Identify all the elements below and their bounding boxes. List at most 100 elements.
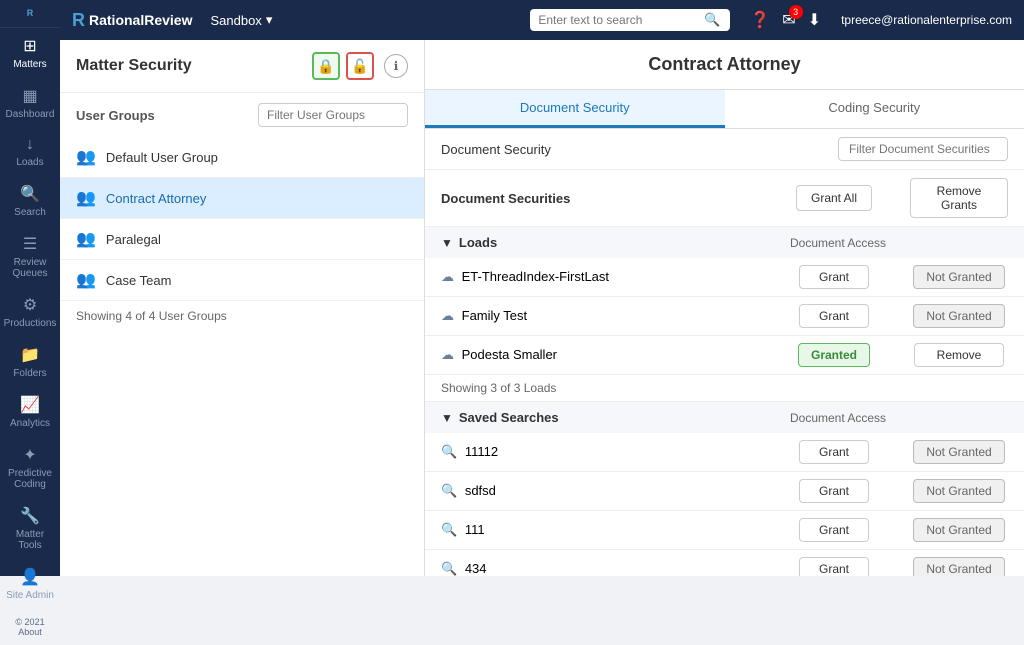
doc-security-bar: Document Security [425, 129, 1024, 170]
productions-icon: ⚙ [23, 295, 37, 315]
nav-item-dashboard[interactable]: ▦ Dashboard [0, 78, 60, 128]
search-submit-icon: 🔍 [704, 12, 720, 28]
site-admin-icon: 👤 [20, 567, 40, 587]
row-name-podesta: ☁ Podesta Smaller [425, 336, 774, 375]
notification-icon[interactable]: ✉ 3 [782, 10, 795, 30]
main-title: Contract Attorney [425, 40, 1024, 90]
remove-button-podesta[interactable]: Remove [914, 343, 1004, 367]
nav-item-folders[interactable]: 📁 Folders [0, 337, 60, 387]
sidebar-item-case-team[interactable]: 👥 Case Team [60, 260, 424, 301]
info-button[interactable]: ℹ [384, 54, 408, 78]
user-group-label: Paralegal [106, 232, 161, 247]
matters-icon: ⊞ [23, 36, 36, 56]
nav-item-matters[interactable]: ⊞ Matters [0, 28, 60, 78]
not-granted-button-family[interactable]: Not Granted [913, 304, 1004, 328]
folders-icon: 📁 [20, 345, 40, 365]
tab-coding-security[interactable]: Coding Security [725, 90, 1024, 128]
grant-button-111[interactable]: Grant [799, 518, 869, 542]
grant-button-et[interactable]: Grant [799, 265, 869, 289]
user-group-icon: 👥 [76, 270, 96, 290]
search-bar: 🔍 [530, 9, 730, 31]
not-granted-button-11112[interactable]: Not Granted [913, 440, 1004, 464]
status-cell-et: Not Granted [894, 258, 1024, 297]
not-granted-button-111[interactable]: Not Granted [913, 518, 1004, 542]
row-name-111: 🔍 111 [425, 511, 774, 550]
security-table: Document Securities Grant All Remove Gra… [425, 170, 1024, 576]
nav-item-predictive-coding[interactable]: ✦ Predictive Coding [0, 437, 60, 498]
search-icon: 🔍 [441, 522, 457, 537]
search-input[interactable] [538, 13, 698, 27]
analytics-icon: 📈 [20, 395, 40, 415]
sidebar-item-contract-attorney[interactable]: 👥 Contract Attorney [60, 178, 424, 219]
grant-button-family[interactable]: Grant [799, 304, 869, 328]
table-row: 🔍 434 Grant Not Granted [425, 550, 1024, 577]
grant-button-sdfsd[interactable]: Grant [799, 479, 869, 503]
cloud-icon: ☁ [441, 347, 454, 362]
row-name-et: ☁ ET-ThreadIndex-FirstLast [425, 258, 774, 297]
search-icon: 🔍 [441, 444, 457, 459]
table-row: 🔍 11112 Grant Not Granted [425, 433, 1024, 472]
nav-item-loads[interactable]: ↓ Loads [0, 128, 60, 176]
nav-label-search: Search [14, 207, 46, 218]
help-icon[interactable]: ❓ [750, 10, 770, 30]
col-grant-all: Grant All [774, 170, 894, 227]
grant-button-434[interactable]: Grant [799, 557, 869, 576]
nav-item-review-queues[interactable]: ☰ Review Queues [0, 226, 60, 287]
loads-icon: ↓ [26, 136, 34, 154]
grant-cell-podesta: Granted [774, 336, 894, 375]
user-group-icon: 👥 [76, 229, 96, 249]
row-name-sdfsd: 🔍 sdfsd [425, 472, 774, 511]
not-granted-button-434[interactable]: Not Granted [913, 557, 1004, 576]
scrollable-content: Document Securities Grant All Remove Gra… [425, 170, 1024, 576]
sidebar-item-paralegal[interactable]: 👥 Paralegal [60, 219, 424, 260]
granted-button-podesta[interactable]: Granted [798, 343, 870, 367]
nav-label-site-admin: Site Admin [6, 590, 54, 601]
section-saved-searches-label: Saved Searches [459, 410, 559, 425]
saved-searches-access-header: Document Access [774, 402, 1024, 434]
sidebar-header: Matter Security 🔒 🔓 ℹ [60, 40, 424, 93]
tab-document-security[interactable]: Document Security [425, 90, 725, 128]
table-row: 🔍 111 Grant Not Granted [425, 511, 1024, 550]
filter-user-groups-input[interactable] [258, 103, 408, 127]
chevron-down-icon: ▼ [441, 236, 453, 250]
user-group-label: Contract Attorney [106, 191, 206, 206]
remove-grants-button[interactable]: Remove Grants [910, 178, 1008, 218]
table-row: ☁ Family Test Grant Not Granted [425, 297, 1024, 336]
nav-label-productions: Productions [4, 318, 57, 329]
row-name-family: ☁ Family Test [425, 297, 774, 336]
nav-item-site-admin[interactable]: 👤 Site Admin [0, 559, 60, 609]
grant-all-button[interactable]: Grant All [796, 185, 872, 211]
row-name-11112: 🔍 11112 [425, 433, 774, 472]
filter-doc-securities-input[interactable] [838, 137, 1008, 161]
matter-tools-icon: 🔧 [20, 506, 40, 526]
user-group-label: Default User Group [106, 150, 218, 165]
download-icon[interactable]: ⬇ [808, 10, 821, 30]
grant-cell-family: Grant [774, 297, 894, 336]
app-name: R RationalReview [72, 10, 192, 31]
doc-security-label: Document Security [441, 142, 828, 157]
lock-remove-button[interactable]: 🔓 [346, 52, 374, 80]
not-granted-button-et[interactable]: Not Granted [913, 265, 1004, 289]
predictive-coding-icon: ✦ [23, 445, 36, 465]
nav-label-matters: Matters [13, 59, 46, 70]
nav-label-analytics: Analytics [10, 418, 50, 429]
loads-access-header: Document Access [774, 227, 1024, 259]
user-groups-header: User Groups [60, 93, 424, 137]
status-cell-family: Not Granted [894, 297, 1024, 336]
sidebar-item-default-user-group[interactable]: 👥 Default User Group [60, 137, 424, 178]
lock-grant-button[interactable]: 🔒 [312, 52, 340, 80]
grant-button-11112[interactable]: Grant [799, 440, 869, 464]
sandbox-button[interactable]: Sandbox ▾ [202, 8, 280, 32]
not-granted-button-sdfsd[interactable]: Not Granted [913, 479, 1004, 503]
nav-item-productions[interactable]: ⚙ Productions [0, 287, 60, 337]
nav-item-analytics[interactable]: 📈 Analytics [0, 387, 60, 437]
showing-loads-row: Showing 3 of 3 Loads [425, 375, 1024, 402]
nav-item-search[interactable]: 🔍 Search [0, 176, 60, 226]
nav-label-matter-tools: Matter Tools [4, 529, 56, 551]
user-group-label: Case Team [106, 273, 172, 288]
top-bar: R RationalReview Sandbox ▾ 🔍 ❓ ✉ 3 ⬇ tpr… [60, 0, 1024, 40]
nav-item-matter-tools[interactable]: 🔧 Matter Tools [0, 498, 60, 559]
section-loads: ▼ Loads Document Access [425, 227, 1024, 259]
showing-count: Showing 4 of 4 User Groups [60, 301, 424, 331]
search-icon: 🔍 [20, 184, 40, 204]
